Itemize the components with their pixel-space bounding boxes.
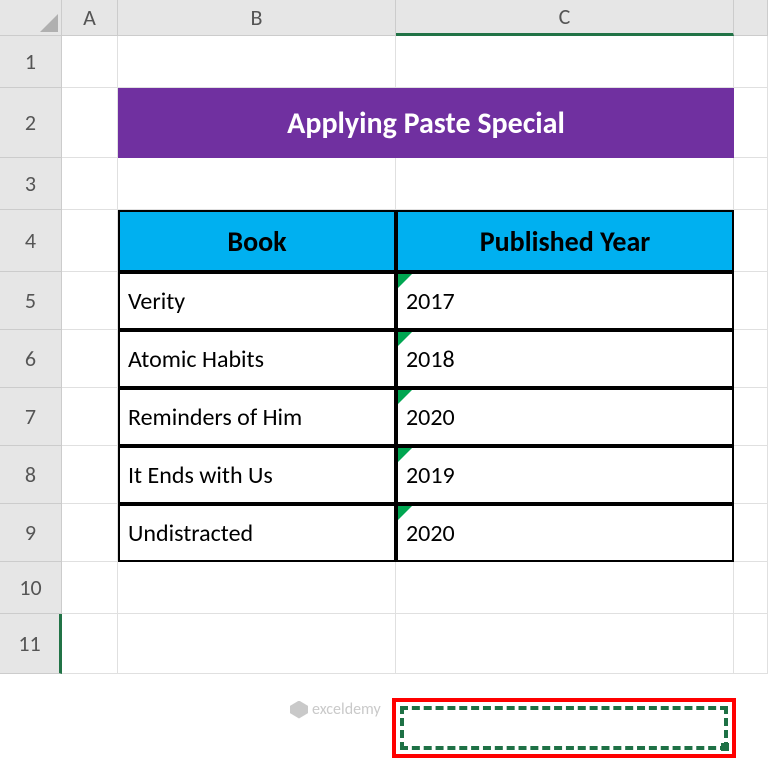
marching-ants bbox=[400, 706, 728, 750]
column-headers: A B C bbox=[62, 0, 768, 36]
watermark-text: exceldemy bbox=[312, 700, 381, 719]
cell-a1[interactable] bbox=[62, 36, 118, 88]
cell-year-2[interactable]: 2020 bbox=[396, 388, 734, 446]
cell-b11[interactable] bbox=[118, 614, 396, 674]
copied-selection-c11[interactable] bbox=[392, 698, 736, 758]
cell-year-4[interactable]: 2020 bbox=[396, 504, 734, 562]
cell-b1[interactable] bbox=[118, 36, 396, 88]
cell-d11[interactable] bbox=[734, 614, 768, 674]
cell-d8[interactable] bbox=[734, 446, 768, 504]
cell-d5[interactable] bbox=[734, 272, 768, 330]
cell-book-4[interactable]: Undistracted bbox=[118, 504, 396, 562]
cell-book-3[interactable]: It Ends with Us bbox=[118, 446, 396, 504]
row-header-4[interactable]: 4 bbox=[0, 210, 62, 272]
cell-a6[interactable] bbox=[62, 330, 118, 388]
col-header-c[interactable]: C bbox=[396, 0, 734, 36]
cell-d9[interactable] bbox=[734, 504, 768, 562]
cell-a2[interactable] bbox=[62, 88, 118, 158]
cell-book-0[interactable]: Verity bbox=[118, 272, 396, 330]
cell-c11[interactable] bbox=[396, 614, 734, 674]
cell-book-2[interactable]: Reminders of Him bbox=[118, 388, 396, 446]
cell-d4[interactable] bbox=[734, 210, 768, 272]
spreadsheet-view: A B C 1 2 3 4 5 6 7 8 9 10 11 Applying P… bbox=[0, 0, 768, 768]
cell-year-3[interactable]: 2019 bbox=[396, 446, 734, 504]
cell-d1[interactable] bbox=[734, 36, 768, 88]
cell-a11[interactable] bbox=[62, 614, 118, 674]
cell-c3[interactable] bbox=[396, 158, 734, 210]
row-headers: 1 2 3 4 5 6 7 8 9 10 11 bbox=[0, 36, 62, 674]
cell-year-0[interactable]: 2017 bbox=[396, 272, 734, 330]
col-header-b[interactable]: B bbox=[118, 0, 396, 36]
cell-d7[interactable] bbox=[734, 388, 768, 446]
row-header-5[interactable]: 5 bbox=[0, 272, 62, 330]
cell-d10[interactable] bbox=[734, 562, 768, 614]
row-header-3[interactable]: 3 bbox=[0, 158, 62, 210]
col-header-a[interactable]: A bbox=[62, 0, 118, 36]
cell-a8[interactable] bbox=[62, 446, 118, 504]
header-year[interactable]: Published Year bbox=[396, 210, 734, 272]
row-header-7[interactable]: 7 bbox=[0, 388, 62, 446]
cell-c1[interactable] bbox=[396, 36, 734, 88]
cell-b10[interactable] bbox=[118, 562, 396, 614]
row-header-6[interactable]: 6 bbox=[0, 330, 62, 388]
row-header-2[interactable]: 2 bbox=[0, 88, 62, 158]
cell-a9[interactable] bbox=[62, 504, 118, 562]
cell-c10[interactable] bbox=[396, 562, 734, 614]
cell-grid: Applying Paste Special Book Published Ye… bbox=[62, 36, 768, 674]
cell-a3[interactable] bbox=[62, 158, 118, 210]
select-all-button[interactable] bbox=[0, 0, 62, 36]
cell-a7[interactable] bbox=[62, 388, 118, 446]
cell-d3[interactable] bbox=[734, 158, 768, 210]
row-header-9[interactable]: 9 bbox=[0, 504, 62, 562]
cell-d2[interactable] bbox=[734, 88, 768, 158]
title-cell[interactable]: Applying Paste Special bbox=[118, 88, 734, 158]
cell-year-1[interactable]: 2018 bbox=[396, 330, 734, 388]
row-header-8[interactable]: 8 bbox=[0, 446, 62, 504]
watermark-icon bbox=[290, 701, 308, 719]
row-header-11[interactable]: 11 bbox=[0, 614, 62, 674]
watermark: exceldemy bbox=[290, 700, 381, 719]
row-header-1[interactable]: 1 bbox=[0, 36, 62, 88]
cell-a10[interactable] bbox=[62, 562, 118, 614]
cell-d6[interactable] bbox=[734, 330, 768, 388]
col-header-next[interactable] bbox=[734, 0, 768, 36]
cell-book-1[interactable]: Atomic Habits bbox=[118, 330, 396, 388]
cell-a5[interactable] bbox=[62, 272, 118, 330]
header-book[interactable]: Book bbox=[118, 210, 396, 272]
cell-b3[interactable] bbox=[118, 158, 396, 210]
row-header-10[interactable]: 10 bbox=[0, 562, 62, 614]
cell-a4[interactable] bbox=[62, 210, 118, 272]
